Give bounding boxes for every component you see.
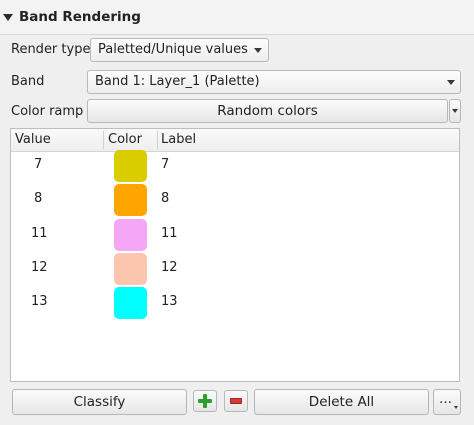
render-type-value: Paletted/Unique values <box>98 42 248 57</box>
color-swatch[interactable] <box>114 184 147 216</box>
remove-value-button[interactable] <box>224 390 248 412</box>
more-options-button[interactable]: … <box>433 389 461 415</box>
band-select[interactable]: Band 1: Layer_1 (Palette) <box>87 70 461 94</box>
add-value-button[interactable] <box>193 390 217 412</box>
band-label: Band <box>11 74 45 89</box>
ellipsis-label: … <box>439 392 452 407</box>
row-value: 7 <box>34 157 43 172</box>
chevron-down-icon <box>454 406 458 409</box>
chevron-down-icon <box>452 109 458 113</box>
chevron-down-icon <box>447 80 455 85</box>
row-label: 7 <box>161 157 170 172</box>
row-value: 12 <box>31 260 48 275</box>
table-row[interactable]: 11 11 <box>11 218 459 252</box>
render-type-select[interactable]: Paletted/Unique values <box>90 38 269 62</box>
row-value: 11 <box>31 226 48 241</box>
color-swatch[interactable] <box>114 150 147 182</box>
column-header-label[interactable]: Label <box>157 131 277 149</box>
band-rendering-header[interactable]: Band Rendering <box>0 0 474 35</box>
color-swatch[interactable] <box>114 253 147 285</box>
color-swatch[interactable] <box>114 219 147 251</box>
color-ramp-label: Color ramp <box>11 104 84 119</box>
row-label: 12 <box>161 260 178 275</box>
row-value: 8 <box>34 191 43 206</box>
chevron-down-icon <box>254 48 262 53</box>
delete-all-button[interactable]: Delete All <box>254 389 429 415</box>
table-row[interactable]: 8 8 <box>11 183 459 217</box>
column-header-value[interactable]: Value <box>11 131 103 149</box>
table-row[interactable]: 7 7 <box>11 149 459 183</box>
row-label: 13 <box>161 294 178 309</box>
row-label: 11 <box>161 226 178 241</box>
band-value: Band 1: Layer_1 (Palette) <box>95 74 260 89</box>
classify-button[interactable]: Classify <box>12 389 187 415</box>
row-value: 13 <box>31 294 48 309</box>
panel-title: Band Rendering <box>19 9 141 25</box>
color-ramp-menu-button[interactable] <box>449 99 461 123</box>
table-row[interactable]: 12 12 <box>11 252 459 286</box>
minus-icon <box>230 398 242 404</box>
collapse-triangle-icon[interactable] <box>3 14 13 21</box>
render-type-label: Render type <box>11 42 91 57</box>
table-row[interactable]: 13 13 <box>11 286 459 320</box>
color-ramp-value: Random colors <box>217 103 318 119</box>
color-swatch[interactable] <box>114 287 147 319</box>
row-label: 8 <box>161 191 170 206</box>
classification-table[interactable]: Value Color Label 7 7 8 8 11 11 12 12 13… <box>10 128 460 382</box>
color-ramp-button[interactable]: Random colors <box>87 99 448 123</box>
column-header-color[interactable]: Color <box>104 131 157 149</box>
